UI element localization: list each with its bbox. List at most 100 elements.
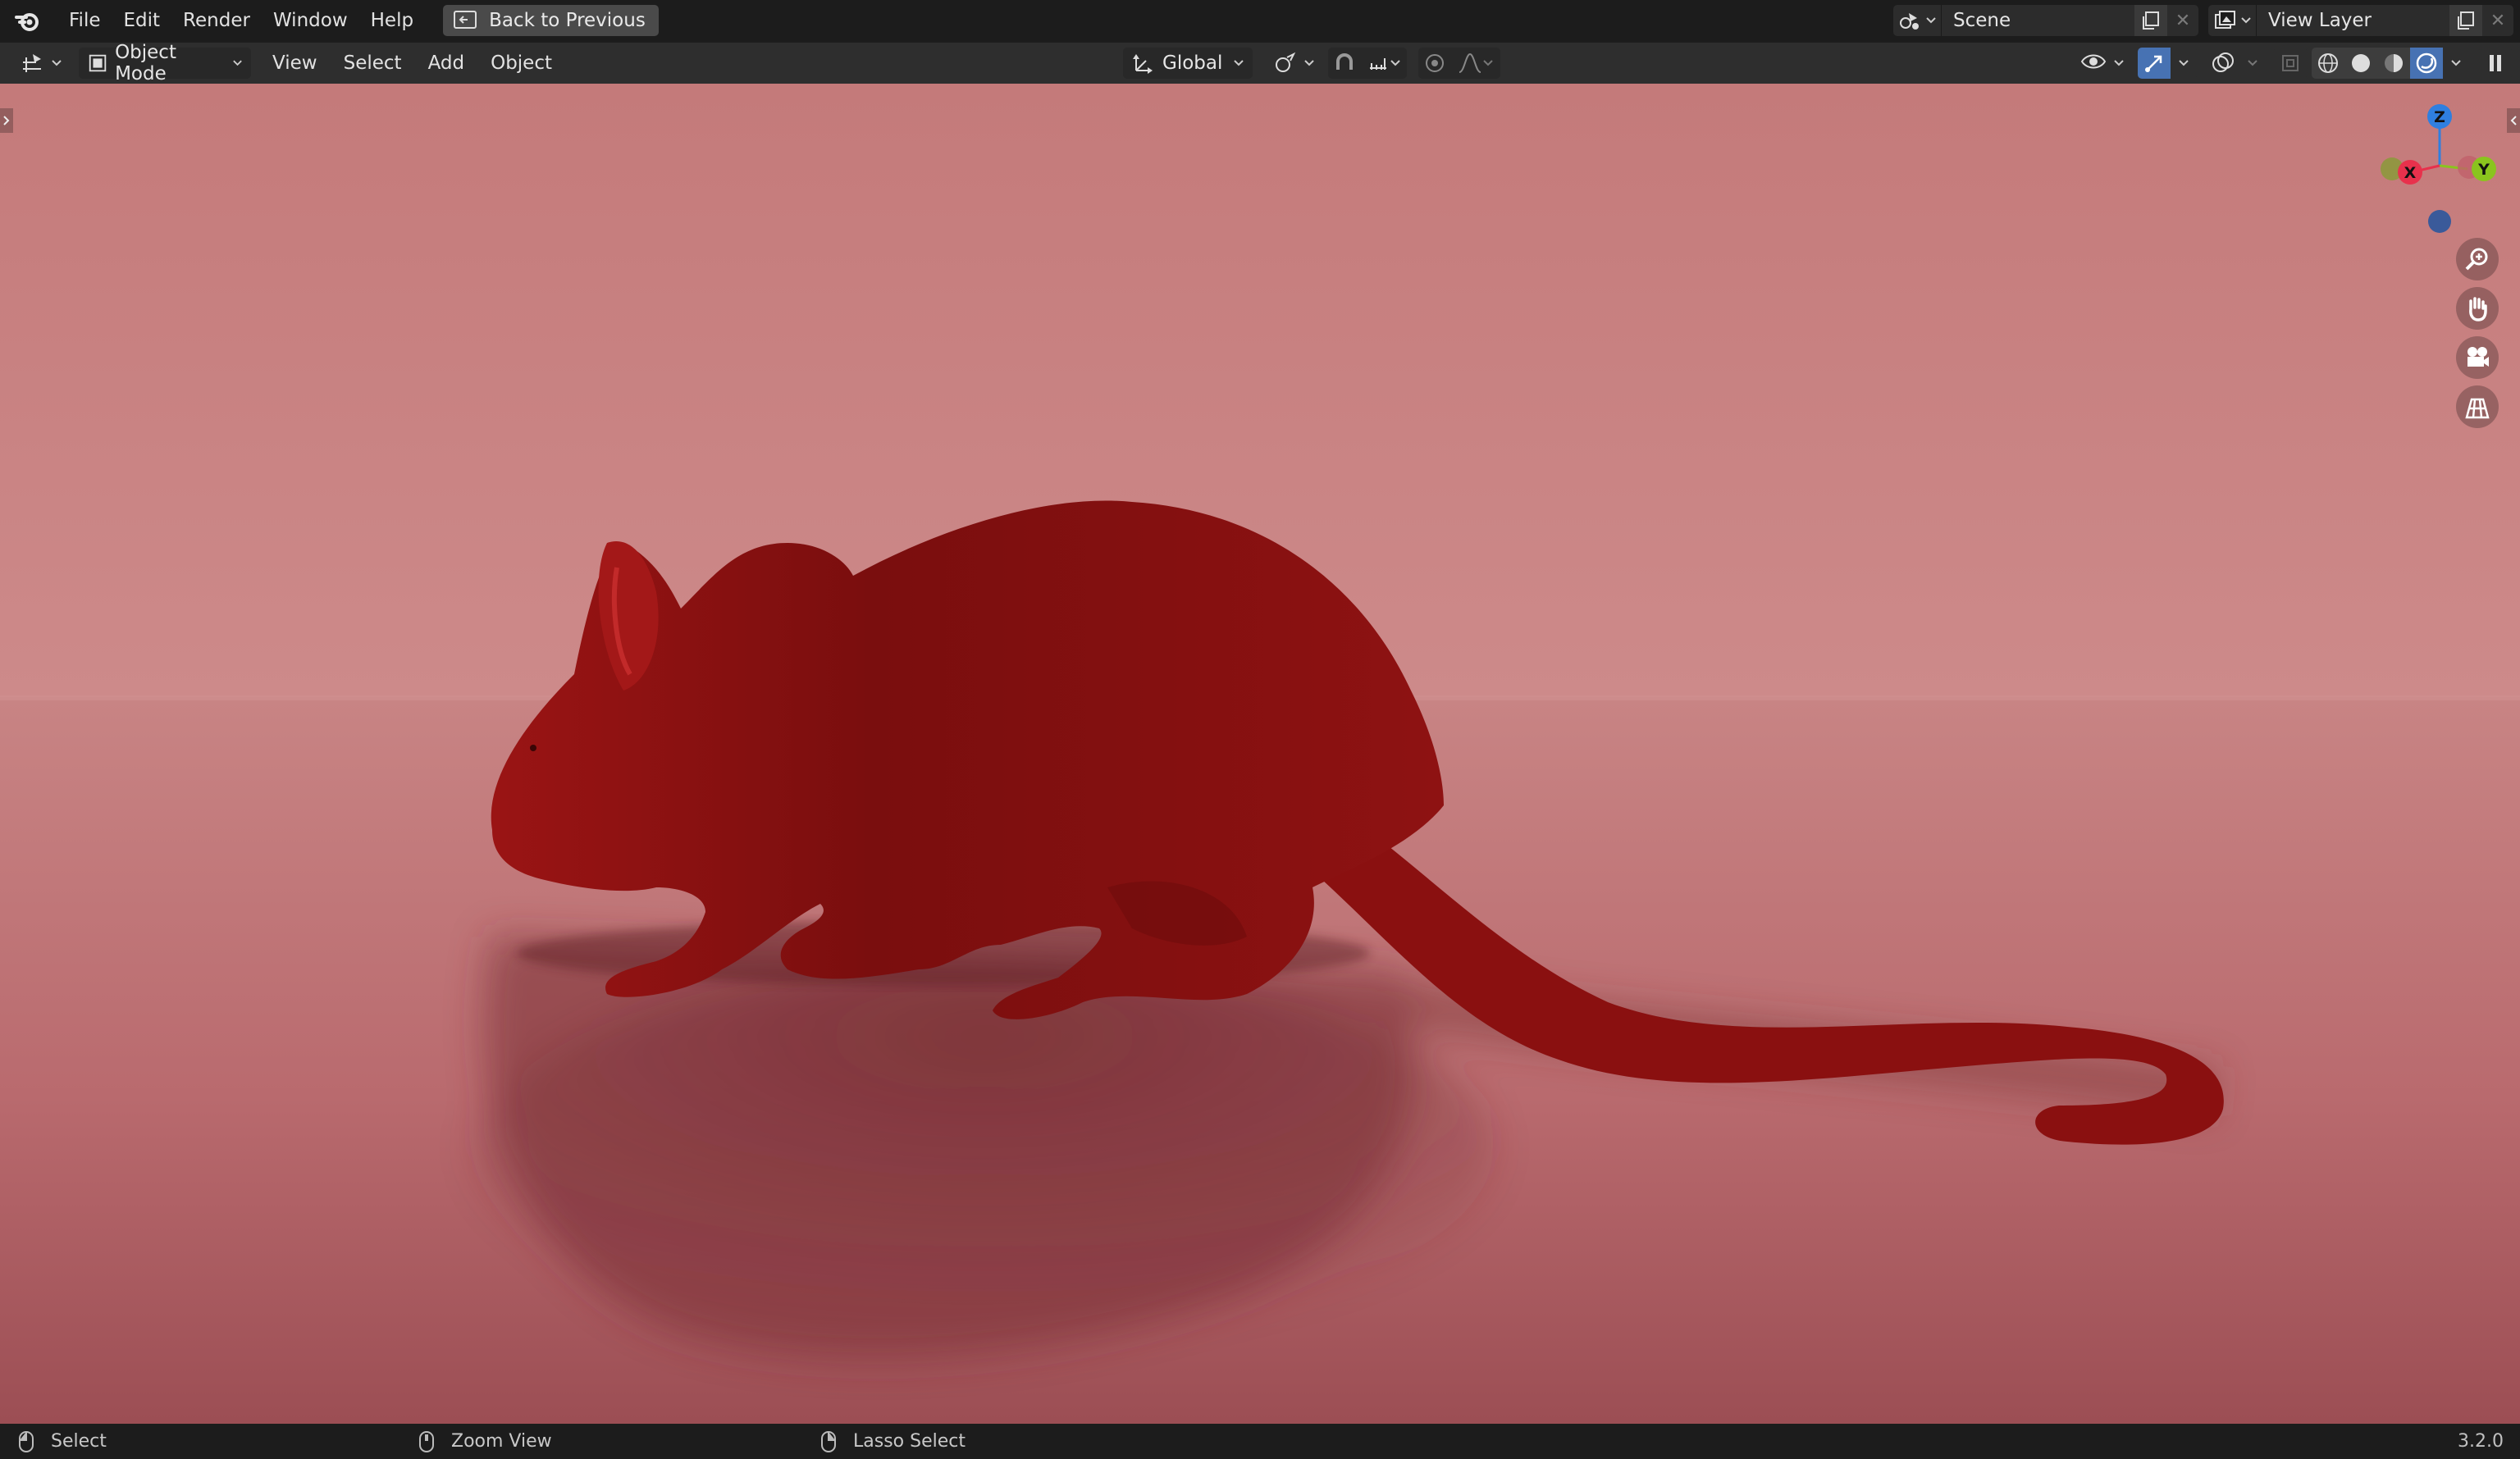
- delete-view-layer-button[interactable]: ✕: [2482, 5, 2513, 36]
- zoom-button[interactable]: [2456, 238, 2499, 280]
- back-to-previous-button[interactable]: Back to Previous: [443, 5, 659, 36]
- menu-object[interactable]: Object: [477, 43, 565, 84]
- menu-edit[interactable]: Edit: [112, 0, 172, 41]
- version-label: 3.2.0: [2458, 1431, 2504, 1452]
- pivot-point-icon: [1276, 52, 1296, 72]
- gizmo-group: [2138, 48, 2197, 79]
- overlay-icon: [2212, 52, 2234, 72]
- proportional-group: [1418, 48, 1501, 79]
- status-bar: Select Zoom View Lasso Select 3.2.0: [0, 1424, 2520, 1459]
- new-scene-button[interactable]: [2134, 5, 2167, 36]
- snap-icon: [1336, 53, 1354, 70]
- negative-z-axis[interactable]: [2428, 210, 2451, 233]
- proportional-falloff-dropdown[interactable]: [1451, 48, 1501, 79]
- menu-view[interactable]: View: [259, 43, 331, 84]
- xray-toggle-button[interactable]: [2274, 48, 2307, 79]
- camera-view-icon: [2468, 347, 2489, 367]
- x-axis-label: X: [2404, 164, 2417, 182]
- orientation-label: Global: [1162, 52, 1223, 74]
- pan-hand-icon: [2469, 297, 2487, 321]
- duplicate-icon: [2143, 11, 2159, 30]
- editor-type-icon: [23, 54, 41, 72]
- chevron-down-icon: [2451, 60, 2461, 66]
- material-preview-button[interactable]: [2377, 48, 2410, 79]
- menu-help[interactable]: Help: [359, 0, 425, 41]
- object-mode-dropdown[interactable]: Object Mode: [79, 42, 251, 84]
- status-select-hint: Select: [18, 1430, 107, 1453]
- scene-selector: Scene ✕: [1893, 5, 2198, 36]
- rendered-scene: [0, 84, 2520, 1424]
- toolbar-toggle[interactable]: [0, 108, 13, 133]
- overlay-dropdown[interactable]: [2239, 48, 2266, 79]
- scene-icon: [1900, 13, 1919, 30]
- xray-icon: [2282, 55, 2299, 71]
- wireframe-shading-button[interactable]: [2312, 48, 2344, 79]
- chevron-down-icon: [2179, 60, 2189, 66]
- y-axis-label: Y: [2477, 161, 2490, 179]
- pivot-point-dropdown[interactable]: [1264, 48, 1323, 79]
- proportional-editing-icon: [1426, 54, 1445, 72]
- chevron-down-icon: [1390, 60, 1400, 66]
- view-layer-icon: [2215, 11, 2235, 29]
- chevron-down-icon: [2248, 60, 2258, 66]
- blender-logo-icon[interactable]: [13, 6, 43, 35]
- gizmo-toggle-button[interactable]: [2138, 48, 2171, 79]
- z-axis-label: Z: [2434, 108, 2445, 126]
- wireframe-shading-icon: [2318, 53, 2338, 73]
- chevron-down-icon: [1926, 17, 1936, 24]
- menu-file[interactable]: File: [57, 0, 112, 41]
- chevron-down-icon: [1483, 60, 1493, 66]
- back-button-label: Back to Previous: [489, 10, 646, 31]
- chevron-down-icon: [1234, 60, 1244, 66]
- editor-type-button[interactable]: [11, 48, 71, 79]
- scene-name-field[interactable]: Scene: [1941, 5, 2134, 36]
- overlay-group: [2207, 48, 2266, 79]
- close-icon: ✕: [2490, 10, 2506, 31]
- axis-gizmo[interactable]: Z Y X: [2356, 84, 2520, 248]
- delete-scene-button[interactable]: ✕: [2167, 5, 2198, 36]
- proportional-editing-button[interactable]: [1418, 48, 1452, 79]
- falloff-curve-icon: [1459, 52, 1481, 73]
- chevron-down-icon: [2241, 17, 2251, 24]
- scene-name: Scene: [1953, 10, 2011, 31]
- menu-window[interactable]: Window: [262, 0, 359, 41]
- chevron-down-icon: [52, 60, 62, 66]
- mode-label: Object Mode: [115, 42, 176, 84]
- 3d-viewport[interactable]: Z Y X: [0, 84, 2520, 1424]
- back-to-previous-icon: [454, 11, 477, 29]
- view-layer-browse-button[interactable]: [2208, 5, 2256, 36]
- shading-dropdown[interactable]: [2443, 48, 2469, 79]
- menu-select[interactable]: Select: [331, 43, 415, 84]
- chevron-down-icon: [233, 60, 242, 66]
- solid-shading-button[interactable]: [2344, 48, 2377, 79]
- chevron-down-icon: [1304, 60, 1314, 66]
- menu-render[interactable]: Render: [171, 0, 262, 41]
- status-zoom-hint: Zoom View: [418, 1430, 552, 1453]
- gizmo-dropdown[interactable]: [2171, 48, 2197, 79]
- solid-shading-icon: [2352, 54, 2370, 72]
- overlay-toggle-button[interactable]: [2207, 48, 2239, 79]
- rendered-shading-icon: [2416, 52, 2437, 74]
- snap-target-dropdown[interactable]: [1361, 48, 1408, 79]
- new-view-layer-button[interactable]: [2449, 5, 2482, 36]
- mouse-left-icon: [19, 1430, 34, 1452]
- viewport-header: Object Mode View Select Add Object Globa…: [0, 42, 2520, 84]
- object-visibility-icon: [2080, 54, 2107, 69]
- snapping-group: [1328, 48, 1408, 79]
- close-icon: ✕: [2175, 10, 2191, 31]
- snap-increment-icon: [1370, 58, 1387, 70]
- chevron-right-icon: [3, 116, 10, 125]
- orthographic-toggle-button[interactable]: [2456, 385, 2499, 428]
- visibility-dropdown[interactable]: [2072, 48, 2133, 79]
- menu-add[interactable]: Add: [415, 43, 478, 84]
- scene-browse-button[interactable]: [1893, 5, 1941, 36]
- pan-button[interactable]: [2456, 287, 2499, 330]
- view-layer-name-field[interactable]: View Layer: [2256, 5, 2449, 36]
- camera-view-button[interactable]: [2456, 336, 2499, 379]
- snap-toggle-button[interactable]: [1328, 48, 1362, 79]
- orthographic-grid-icon: [2465, 398, 2490, 419]
- transform-orientation-dropdown[interactable]: Global: [1123, 48, 1253, 79]
- pause-render-button[interactable]: [2479, 48, 2512, 79]
- rendered-shading-button[interactable]: [2410, 48, 2443, 79]
- transform-orientation-icon: [1133, 54, 1153, 74]
